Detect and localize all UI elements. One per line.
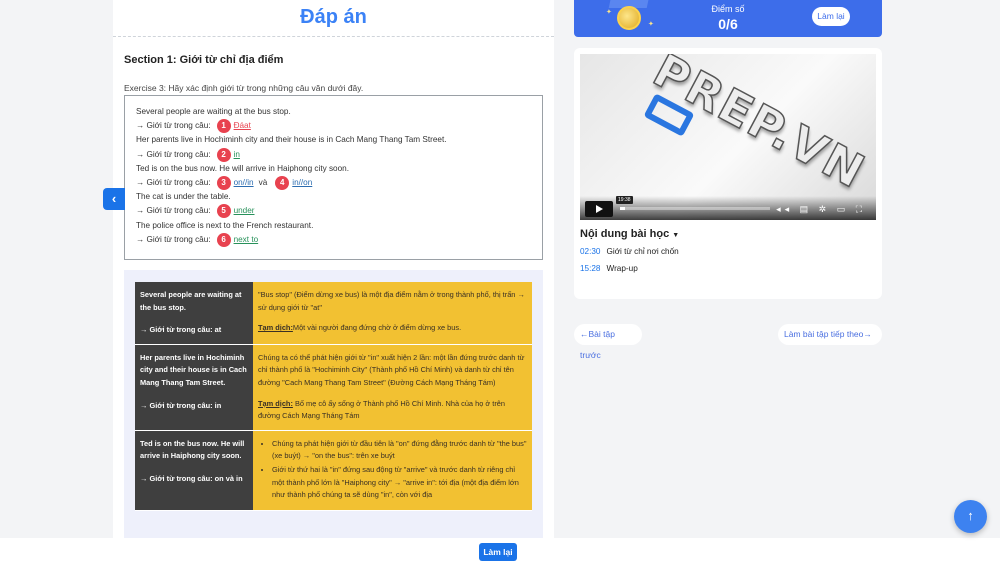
lesson-title: Giới từ chỉ nơi chốn [606,247,679,256]
user-answer: next to [233,234,259,244]
lesson-heading-text: Nội dung bài học [580,228,670,240]
question-number-badge: 4 [275,176,290,191]
table-row: Several people are waiting at the bus st… [135,282,532,345]
question-number-badge: 3 [216,176,231,191]
exercise-sentence: The police office is next to the French … [136,220,314,230]
question-number-badge: 6 [216,232,231,247]
next-exercise-button[interactable]: Làm bài tập tiếp theo→ [778,324,882,345]
answer-line: → Giới từ trong câu: 3 on//in và 4 in//o… [136,176,531,191]
lesson-item[interactable]: 15:28 Wrap-up [580,264,638,273]
table-row: Ted is on the bus now. He will arrive in… [135,430,532,511]
lesson-content-heading[interactable]: Nội dung bài học ▼ [580,228,679,240]
retry-button-bottom[interactable]: Làm lại [479,543,517,561]
video-card: PREP.VN 19:38 ◂◂ ▤ ✲ ▭ ⛶ Nội dung bài họ… [574,48,882,299]
answer-card: Đáp án Section 1: Giới từ chỉ địa điểm E… [113,0,554,540]
explanation-bullet: Chúng ta phát hiện giới từ đầu tiên là "… [272,438,527,463]
explanation-table: Several people are waiting at the bus st… [135,282,532,511]
explanation-answer: → Giới từ trong câu: at [140,325,222,335]
question-number-badge: 2 [216,147,231,162]
exercise-box: Several people are waiting at the bus st… [124,95,543,260]
conjunction: và [258,177,268,187]
explanation-sentence: Her parents live in Hochiminh city and t… [140,352,247,387]
explanation-detail-cell: "Bus stop" (Điểm dừng xe bus) là một địa… [253,282,532,345]
exercise-sentence: Ted is on the bus now. He will arrive in… [136,163,349,173]
explanation-bullets: Chúng ta phát hiện giới từ đầu tiên là "… [258,438,527,502]
user-answer: in//on [292,177,313,187]
lesson-item[interactable]: 02:30 Giới từ chỉ nơi chốn [580,247,679,256]
answer-line: → Giới từ trong câu: 5 under [136,204,531,219]
table-row: Her parents live in Hochiminh city and t… [135,344,532,431]
answer-line: → Giới từ trong câu: 2 in [136,147,531,162]
play-icon[interactable] [585,201,613,217]
previous-exercise-button[interactable]: ←Bài tập trước [574,324,642,360]
exercise-sentence: Several people are waiting at the bus st… [136,107,291,116]
user-answer: in [233,149,240,159]
player-control-icons[interactable]: ◂◂ ▤ ✲ ▭ ⛶ [776,204,866,215]
exercise-sentence: The cat is under the table. [136,192,231,202]
answer-prefix: → Giới từ trong câu: [136,177,211,187]
section-title: Section 1: Giới từ chỉ địa điểm [124,54,284,66]
caret-down-icon: ▼ [672,232,680,239]
translation-text: Bố mẹ cô ấy sống ở Thành phố Hồ Chí Minh… [258,398,506,421]
explanation-text: "Bus stop" (Điểm dừng xe bus) là một địa… [258,290,525,312]
question-number-badge: 1 [216,119,231,134]
translation-text: Một vài người đang đứng chờ ở điểm dừng … [292,323,462,333]
translation-label: Tạm dịch: [258,398,293,408]
user-answer: Đáat [233,121,251,131]
explanation-text: Chúng ta có thể phát hiện giới từ "in" x… [258,352,525,387]
translation-label: Tạm dịch: [258,323,293,333]
explanation-bullet: Giới từ thứ hai là "in" đứng sau động từ… [272,464,527,502]
arrow-up-icon[interactable]: ↑ [954,500,987,533]
explanation-sentence-cell: Her parents live in Hochiminh city and t… [135,344,253,431]
score-banner: ✦ ✦ Điểm số 0/6 Làm lại [574,0,882,37]
question-number-badge: 5 [216,204,231,219]
video-player[interactable]: PREP.VN 19:38 ◂◂ ▤ ✲ ▭ ⛶ [580,54,876,220]
answer-prefix: → Giới từ trong câu: [136,234,211,244]
user-answer: under [233,206,255,216]
translation-line: Tạm dịch:Một vài người đang đứng chờ ở đ… [258,322,527,335]
video-progress-bar[interactable] [620,207,770,210]
answer-line: → Giới từ trong câu: 1 Đáat [136,119,531,134]
lesson-timestamp[interactable]: 15:28 [580,264,601,273]
exercise-prompt: Exercise 3: Hãy xác định giới từ trong n… [124,83,364,93]
explanation-sentence: Several people are waiting at the bus st… [140,290,242,312]
chevron-left-icon[interactable]: ‹ [103,188,125,210]
explanation-sentence-cell: Ted is on the bus now. He will arrive in… [135,430,253,511]
translation-line: Tạm dịch: Bố mẹ cô ấy sống ở Thành phố H… [258,398,527,423]
lesson-timestamp[interactable]: 02:30 [580,247,601,256]
exercise-sentence: Her parents live in Hochiminh city and t… [136,135,447,145]
retry-button[interactable]: Làm lại [812,7,850,26]
answer-line: → Giới từ trong câu: 6 next to [136,232,531,247]
video-controls: 19:38 ◂◂ ▤ ✲ ▭ ⛶ [580,196,876,220]
answer-prefix: → Giới từ trong câu: [136,206,211,216]
explanation-panel: Several people are waiting at the bus st… [124,270,543,540]
explanation-answer: → Giới từ trong câu: in [140,400,222,410]
lesson-title: Wrap-up [606,264,638,273]
user-answer: on//in [233,177,254,187]
explanation-sentence: Ted is on the bus now. He will arrive in… [140,438,245,461]
answer-prefix: → Giới từ trong câu: [136,121,211,131]
explanation-answer: → Giới từ trong câu: on và in [140,473,243,483]
time-tooltip: 19:38 [616,196,633,204]
answer-prefix: → Giới từ trong câu: [136,149,211,159]
explanation-detail-cell: Chúng ta phát hiện giới từ đầu tiên là "… [253,430,532,511]
answer-title: Đáp án [113,0,554,37]
explanation-sentence-cell: Several people are waiting at the bus st… [135,282,253,345]
explanation-detail-cell: Chúng ta có thể phát hiện giới từ "in" x… [253,344,532,431]
